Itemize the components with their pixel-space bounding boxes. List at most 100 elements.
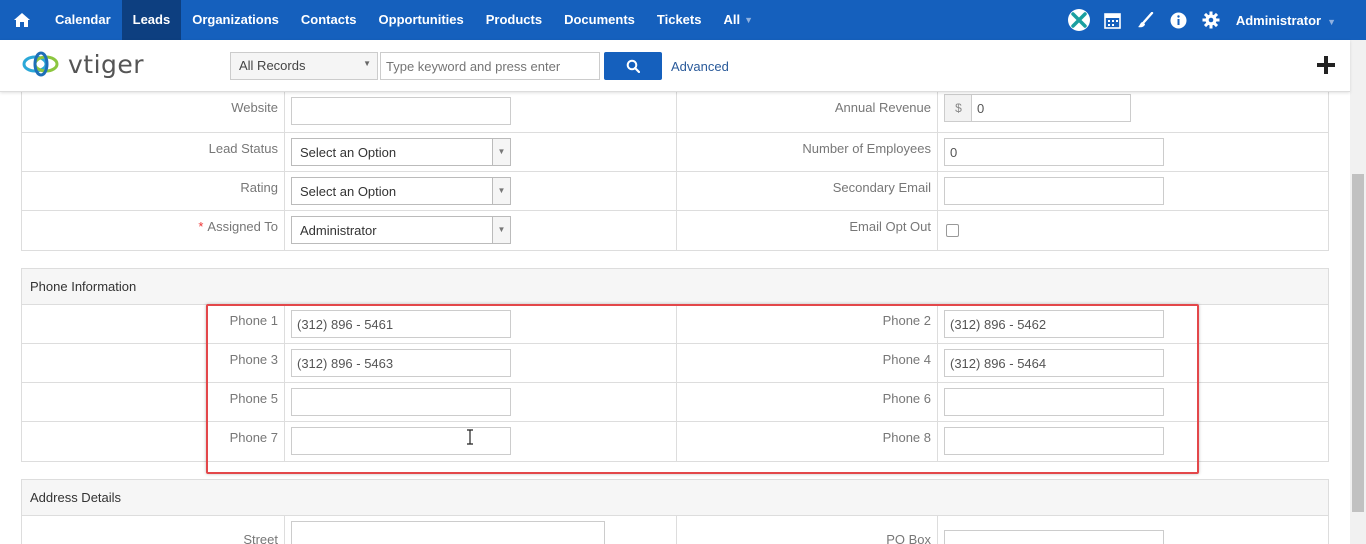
nav-organizations[interactable]: Organizations (181, 0, 290, 40)
street-textarea[interactable] (291, 521, 605, 544)
info-icon[interactable] (1162, 0, 1195, 40)
home-icon[interactable] (0, 0, 44, 40)
nav-opportunities[interactable]: Opportunities (368, 0, 475, 40)
nav-products[interactable]: Products (475, 0, 553, 40)
phone2-cell (938, 305, 1328, 343)
advanced-search-link[interactable]: Advanced (671, 59, 729, 74)
phone5-cell (285, 383, 677, 421)
secondary-email-cell (938, 172, 1328, 210)
lead-status-value: Select an Option (300, 145, 397, 160)
phone1-field[interactable] (291, 310, 511, 338)
search-bar: vtiger All Records ▼ Advanced (0, 40, 1350, 92)
street-cell (285, 516, 677, 544)
rating-cell: Select an Option ▼ (285, 172, 677, 210)
phone-information-header: Phone Information (22, 269, 1328, 305)
email-opt-out-cell (938, 211, 1328, 250)
vtiger-logo[interactable]: vtiger (22, 48, 144, 80)
nav-all[interactable]: All ▼ (712, 0, 764, 40)
annual-revenue-field[interactable] (971, 94, 1131, 122)
phone3-label: Phone 3 (22, 344, 285, 382)
currency-symbol: $ (944, 94, 972, 122)
nav-right-tools: Administrator ▼ (1063, 0, 1336, 40)
rating-value: Select an Option (300, 184, 397, 199)
phone4-cell (938, 344, 1328, 382)
vtiger-logo-icon (22, 51, 59, 77)
quick-create-plus-icon[interactable] (1313, 52, 1339, 78)
search-scope-select[interactable]: All Records ▼ (230, 52, 378, 80)
text-cursor-icon (467, 429, 473, 445)
nav-leads[interactable]: Leads (121, 0, 182, 40)
rating-select[interactable]: Select an Option ▼ (291, 177, 511, 205)
email-opt-out-label: Email Opt Out (677, 211, 938, 250)
form-row: * Assigned To Administrator ▼ Email Opt Ou… (22, 211, 1328, 250)
nav-all-label: All (723, 12, 741, 27)
nav-documents[interactable]: Documents (553, 0, 646, 40)
top-nav: Calendar Leads Organizations Contacts Op… (0, 0, 1366, 40)
logo-text: vtiger (68, 49, 145, 79)
form-row: Website Annual Revenue $ (22, 92, 1328, 133)
phone4-field[interactable] (944, 349, 1164, 377)
chevron-down-icon: ▼ (492, 139, 510, 165)
edit-form: Website Annual Revenue $ Lead Status Sel… (0, 92, 1350, 544)
assigned-to-cell: Administrator ▼ (285, 211, 677, 250)
phone6-label: Phone 6 (677, 383, 938, 421)
search-input[interactable] (380, 52, 600, 80)
phone2-field[interactable] (944, 310, 1164, 338)
phone5-field[interactable] (291, 388, 511, 416)
lead-status-select[interactable]: Select an Option ▼ (291, 138, 511, 166)
search-icon (626, 59, 640, 73)
website-field[interactable] (291, 97, 511, 125)
lead-details-block: Website Annual Revenue $ Lead Status Sel… (21, 92, 1329, 251)
po-box-field[interactable] (944, 530, 1164, 544)
po-box-label: PO Box (677, 516, 938, 544)
address-details-header: Address Details (22, 480, 1328, 516)
phone3-cell (285, 344, 677, 382)
phone7-field[interactable] (291, 427, 511, 455)
phone1-cell (285, 305, 677, 343)
phone8-label: Phone 8 (677, 422, 938, 461)
calendar-icon[interactable] (1096, 0, 1129, 40)
form-row: Lead Status Select an Option ▼ Number of … (22, 133, 1328, 172)
secondary-email-field[interactable] (944, 177, 1164, 205)
phone8-cell (938, 422, 1328, 461)
email-opt-out-checkbox[interactable] (946, 224, 959, 237)
assigned-to-label: Assigned To (207, 219, 278, 234)
phone4-label: Phone 4 (677, 344, 938, 382)
phone8-field[interactable] (944, 427, 1164, 455)
phone7-cell (285, 422, 677, 461)
user-menu[interactable]: Administrator ▼ (1236, 13, 1336, 28)
rating-label: Rating (22, 172, 285, 210)
phone6-cell (938, 383, 1328, 421)
assigned-to-value: Administrator (300, 223, 377, 238)
form-row: Street PO Box (22, 516, 1328, 544)
phone-information-block: Phone Information Phone 1 Phone 2 Phone … (21, 268, 1329, 462)
annual-revenue-label: Annual Revenue (677, 92, 938, 132)
website-cell (285, 92, 677, 132)
page-scrollbar[interactable] (1350, 40, 1366, 544)
search-scope-value: All Records (239, 58, 306, 73)
scrollbar-thumb[interactable] (1352, 174, 1364, 512)
address-details-block: Address Details Street PO Box (21, 479, 1329, 544)
phone5-label: Phone 5 (22, 383, 285, 421)
brush-icon[interactable] (1129, 0, 1162, 40)
employees-field[interactable] (944, 138, 1164, 166)
annual-revenue-cell: $ (938, 92, 1328, 132)
gear-icon[interactable] (1195, 0, 1228, 40)
phone3-field[interactable] (291, 349, 511, 377)
chevron-down-icon: ▼ (1327, 16, 1336, 27)
nav-calendar[interactable]: Calendar (44, 0, 122, 40)
chevron-down-icon: ▼ (744, 15, 754, 25)
phone2-label: Phone 2 (677, 305, 938, 343)
nav-tickets[interactable]: Tickets (646, 0, 713, 40)
street-label: Street (22, 516, 285, 544)
assigned-to-select[interactable]: Administrator ▼ (291, 216, 511, 244)
form-row: Rating Select an Option ▼ Secondary Email (22, 172, 1328, 211)
nav-contacts[interactable]: Contacts (290, 0, 368, 40)
form-row: Phone 1 Phone 2 (22, 305, 1328, 344)
xero-icon[interactable] (1063, 0, 1096, 40)
phone6-field[interactable] (944, 388, 1164, 416)
search-button[interactable] (604, 52, 662, 80)
required-marker: * (198, 219, 204, 234)
lead-status-cell: Select an Option ▼ (285, 133, 677, 171)
user-name: Administrator (1235, 12, 1322, 28)
